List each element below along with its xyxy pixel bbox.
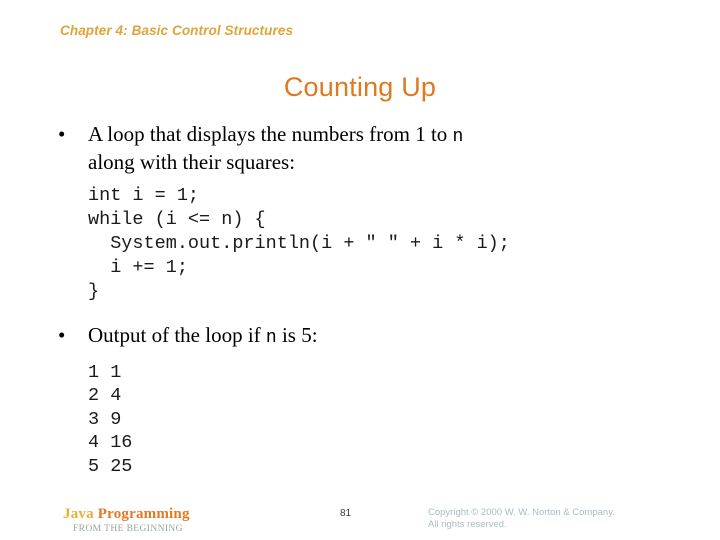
bullet-item-1-text: A loop that displays the numbers from 1 … <box>88 122 720 175</box>
page-title: Counting Up <box>283 72 437 102</box>
program-output-block: 1 1 2 4 3 9 4 16 5 25 <box>88 361 133 477</box>
brand-title-part-programming: Programming <box>97 506 190 522</box>
bullet-marker-icon: • <box>58 322 66 347</box>
bullet-item-1-line-1: A loop that displays the numbers from 1 … <box>88 122 720 150</box>
bullet-item-1-line-2: along with their squares: <box>88 150 296 174</box>
bullet-item-2-line-1: Output of the loop if n is 5: <box>88 323 720 351</box>
brand-title-part-java: Java <box>63 506 98 522</box>
bullet-item-2-variable-n: n <box>265 327 277 348</box>
brand-subtitle: FROM THE BEGINNING <box>73 524 183 534</box>
bullet-item-1-line-1-prefix: A loop that displays the numbers from 1 … <box>88 122 453 146</box>
bullet-item-2-text: Output of the loop if n is 5: <box>88 323 720 351</box>
page-number: 81 <box>340 508 352 519</box>
copyright-notice: Copyright © 2000 W. W. Norton & Company.… <box>428 507 615 530</box>
chapter-header: Chapter 4: Basic Control Structures <box>60 23 294 38</box>
bullet-item-2-prefix: Output of the loop if <box>88 322 266 347</box>
bullet-marker-icon: • <box>58 122 66 146</box>
slide-content: • A loop that displays the numbers from … <box>0 122 720 497</box>
slide-canvas: Chapter 4: Basic Control Structures Coun… <box>0 0 720 540</box>
copyright-line-2: All rights reserved. <box>428 518 507 530</box>
bullet-item-2: • Output of the loop if n is 5: <box>0 323 720 351</box>
brand-logo: Java Programming FROM THE BEGINNING <box>63 506 190 534</box>
slide-footer: Java Programming FROM THE BEGINNING 81 C… <box>0 500 720 540</box>
bullet-item-1-variable-n: n <box>452 127 464 147</box>
copyright-line-1: Copyright © 2000 W. W. Norton & Company. <box>428 507 615 518</box>
java-code-block: int i = 1; while (i <= n) { System.out.p… <box>88 185 510 302</box>
bullet-item-2-suffix: is 5: <box>276 322 318 347</box>
brand-title: Java Programming <box>63 506 190 522</box>
bullet-item-1: • A loop that displays the numbers from … <box>0 122 720 175</box>
